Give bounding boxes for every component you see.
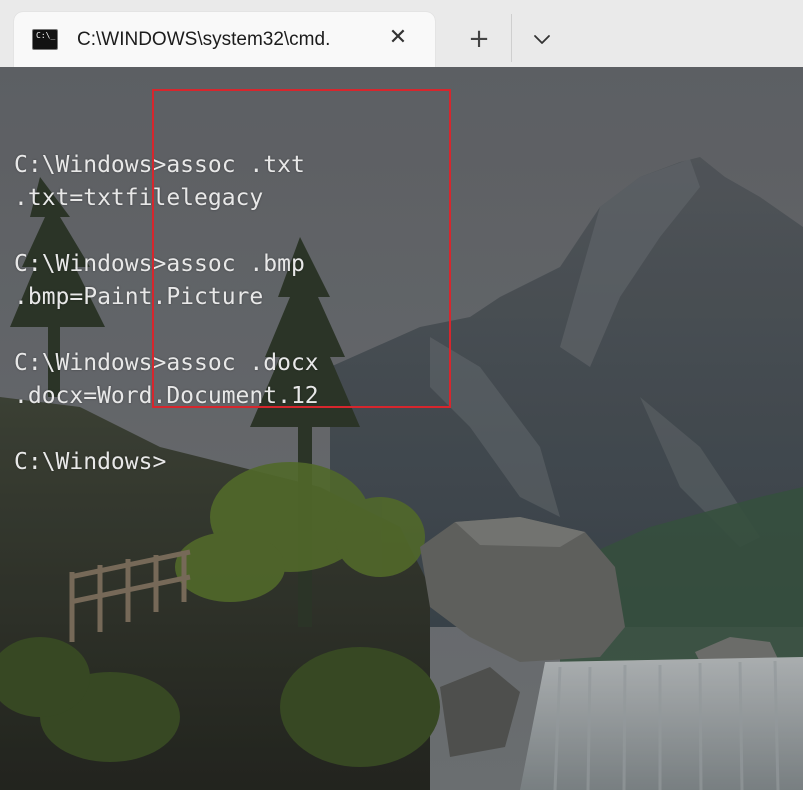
command-prompt-icon-glyph: C:\_ (36, 31, 56, 40)
tab-divider (511, 14, 512, 62)
tab-bar: C:\_ C:\WINDOWS\system32\cmd. ✕ + (0, 0, 803, 68)
tab-cmd[interactable]: C:\_ C:\WINDOWS\system32\cmd. ✕ (14, 12, 435, 68)
highlight-box (152, 89, 451, 408)
terminal-line: C:\Windows> (14, 449, 167, 475)
tab-title: C:\WINDOWS\system32\cmd. (77, 29, 331, 50)
terminal-pane[interactable]: C:\Windows>assoc .txt .txt=txtfilelegacy C… (0, 67, 803, 790)
new-tab-button[interactable]: + (462, 22, 496, 56)
command-prompt-icon: C:\_ (32, 29, 58, 50)
chevron-down-icon[interactable] (526, 24, 558, 56)
close-icon[interactable]: ✕ (384, 24, 412, 52)
